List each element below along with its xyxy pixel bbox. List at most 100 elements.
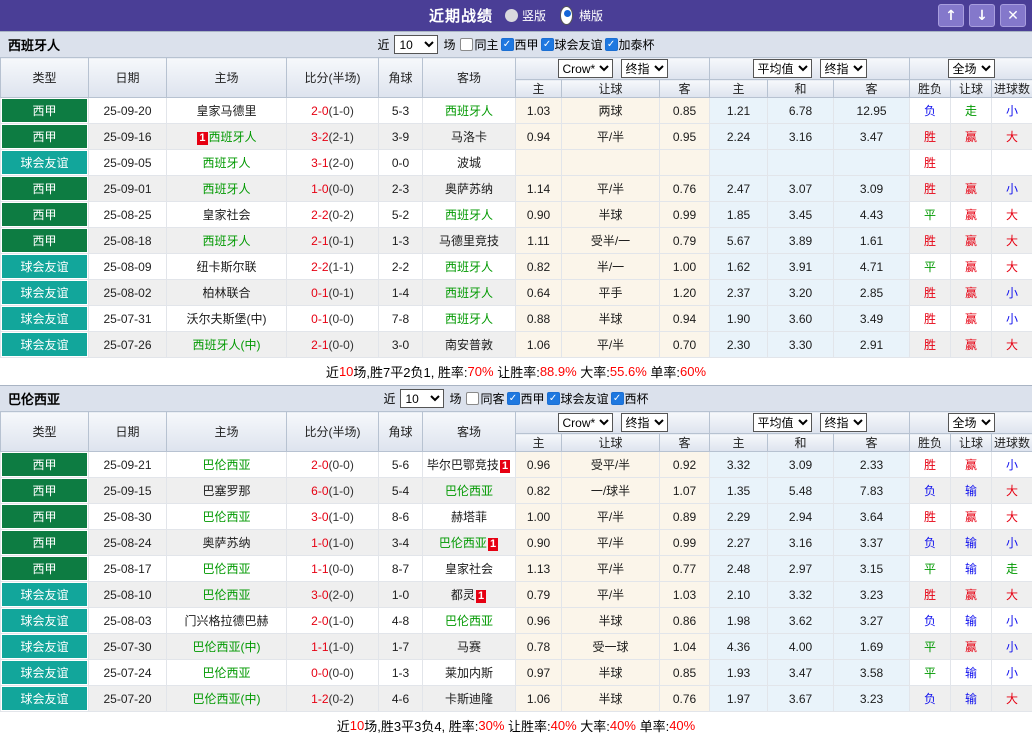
column-subheader: 胜负 [910,434,951,452]
table-row: 球会友谊25-08-10巴伦西亚3-0(2-0)1-0都灵10.79平/半1.0… [1,582,1032,608]
checked-checkbox-icon: ✓ [507,392,520,405]
column-subheader: 客 [660,434,710,452]
result-handicap: 赢 [951,582,992,608]
column-header: 类型 [1,58,89,98]
average-select[interactable]: 平均值 [753,413,812,432]
table-row: 西甲25-09-20皇家马德里2-0(1-0)5-3西班牙人1.03两球0.85… [1,98,1032,124]
company-period-select[interactable]: 终指 [621,413,668,432]
average-odds-value: 2.29 [710,504,768,530]
result-goals: 大 [992,478,1032,504]
move-up-button[interactable]: ↑ [938,4,964,27]
filter-checkbox-同主[interactable]: 同主 [460,36,498,53]
average-period-select[interactable]: 终指 [820,59,867,78]
match-date: 25-08-03 [89,608,167,634]
away-team-name: 莱加内斯 [445,666,493,680]
move-down-button[interactable]: ↓ [969,4,995,27]
odds-value: 1.11 [516,228,562,254]
corner-score: 5-6 [379,452,423,478]
fulltime-score: 1-2 [311,692,328,706]
column-header: 角球 [379,412,423,452]
odds-value: 半球 [562,686,660,712]
match-score: 2-2(0-2) [287,202,379,228]
match-count-select[interactable]: 10 [394,35,438,54]
company-period-select[interactable]: 终指 [621,59,668,78]
fulltime-score: 2-0 [311,104,328,118]
away-team-name: 南安普敦 [445,338,493,352]
odds-value: 0.85 [660,98,710,124]
column-subheader: 进球数 [992,80,1032,98]
match-score: 1-0(1-0) [287,530,379,556]
summary-text: 场,胜3平3负4, 胜率: [364,716,478,735]
filter-checkbox-球会友谊[interactable]: ✓球会友谊 [547,390,609,407]
team-section-espanyol: 西班牙人 近 10 场 同主✓西甲✓球会友谊✓加泰杯 类型日期主场比分(半场)角… [0,31,1032,385]
odds-value: 0.64 [516,280,562,306]
halftime-score: (0-2) [329,692,354,706]
halftime-score: (0-0) [329,458,354,472]
result-goals: 大 [992,332,1032,358]
away-team-cell: 卡斯迪隆 [423,686,516,712]
column-header: 类型 [1,412,89,452]
filter-checkbox-西甲[interactable]: ✓西甲 [501,36,539,53]
filter-checkbox-西甲[interactable]: ✓西甲 [507,390,545,407]
summary-text: 10 [339,364,353,379]
fulltime-score: 3-2 [311,130,328,144]
odds-value: 0.79 [516,582,562,608]
fulltime-score: 0-1 [311,286,328,300]
filter-bar: 近 10 场 同客✓西甲✓球会友谊✓西杯 [0,389,1032,408]
column-subheader: 主 [710,434,768,452]
halftime-score: (2-1) [329,130,354,144]
average-period-select[interactable]: 终指 [820,413,867,432]
halftime-score: (0-0) [329,666,354,680]
odds-value [660,150,710,176]
home-team-cell: 柏林联合 [167,280,287,306]
home-team-cell: 门兴格拉德巴赫 [167,608,287,634]
filter-checkbox-西杯[interactable]: ✓西杯 [611,390,649,407]
match-date: 25-09-21 [89,452,167,478]
near-label: 近 [383,390,395,407]
away-team-cell: 西班牙人 [423,98,516,124]
match-score: 0-1(0-0) [287,306,379,332]
filter-checkbox-球会友谊[interactable]: ✓球会友谊 [541,36,603,53]
result-outcome: 负 [910,608,951,634]
odds-value: 1.20 [660,280,710,306]
average-odds-value: 2.37 [710,280,768,306]
horizontal-layout-radio[interactable]: 横版 [558,6,603,25]
odds-value: 受平/半 [562,452,660,478]
away-team-name: 西班牙人 [445,104,493,118]
result-goals: 大 [992,228,1032,254]
company-select[interactable]: Crow* [558,413,613,432]
home-team-name: 巴塞罗那 [202,484,250,498]
odds-value: 半球 [562,202,660,228]
home-team-cell: 巴伦西亚(中) [167,634,287,660]
home-team-cell: 西班牙人 [167,150,287,176]
column-subheader: 和 [768,80,834,98]
match-date: 25-08-09 [89,254,167,280]
league-badge: 球会友谊 [2,255,87,278]
filter-checkbox-加泰杯[interactable]: ✓加泰杯 [605,36,655,53]
odds-value: 0.90 [516,202,562,228]
scope-select[interactable]: 全场 [948,59,995,78]
odds-value: 平/半 [562,504,660,530]
average-odds-value: 3.49 [834,306,910,332]
average-select[interactable]: 平均值 [753,59,812,78]
home-team-name: 西班牙人 [202,156,250,170]
company-select[interactable]: Crow* [558,59,613,78]
result-outcome: 胜 [910,124,951,150]
league-type-cell: 西甲 [1,556,89,582]
window-title: 近期战绩 [429,5,493,26]
average-odds-value: 3.91 [768,254,834,280]
away-team-cell: 西班牙人 [423,254,516,280]
scope-select[interactable]: 全场 [948,413,995,432]
fulltime-score: 2-0 [311,614,328,628]
match-score: 1-1(0-0) [287,556,379,582]
odds-dropdown-cell: Crow* 终指 [516,58,710,80]
match-count-select[interactable]: 10 [400,389,444,408]
result-goals: 小 [992,452,1032,478]
average-odds-value: 2.10 [710,582,768,608]
close-button[interactable]: ✕ [1000,4,1026,27]
odds-value: 两球 [562,98,660,124]
filter-checkbox-同客[interactable]: 同客 [466,390,504,407]
table-row: 球会友谊25-07-30巴伦西亚(中)1-1(1-0)1-7马赛0.78受一球1… [1,634,1032,660]
halftime-score: (0-1) [329,234,354,248]
vertical-layout-radio[interactable]: 竖版 [505,7,546,24]
